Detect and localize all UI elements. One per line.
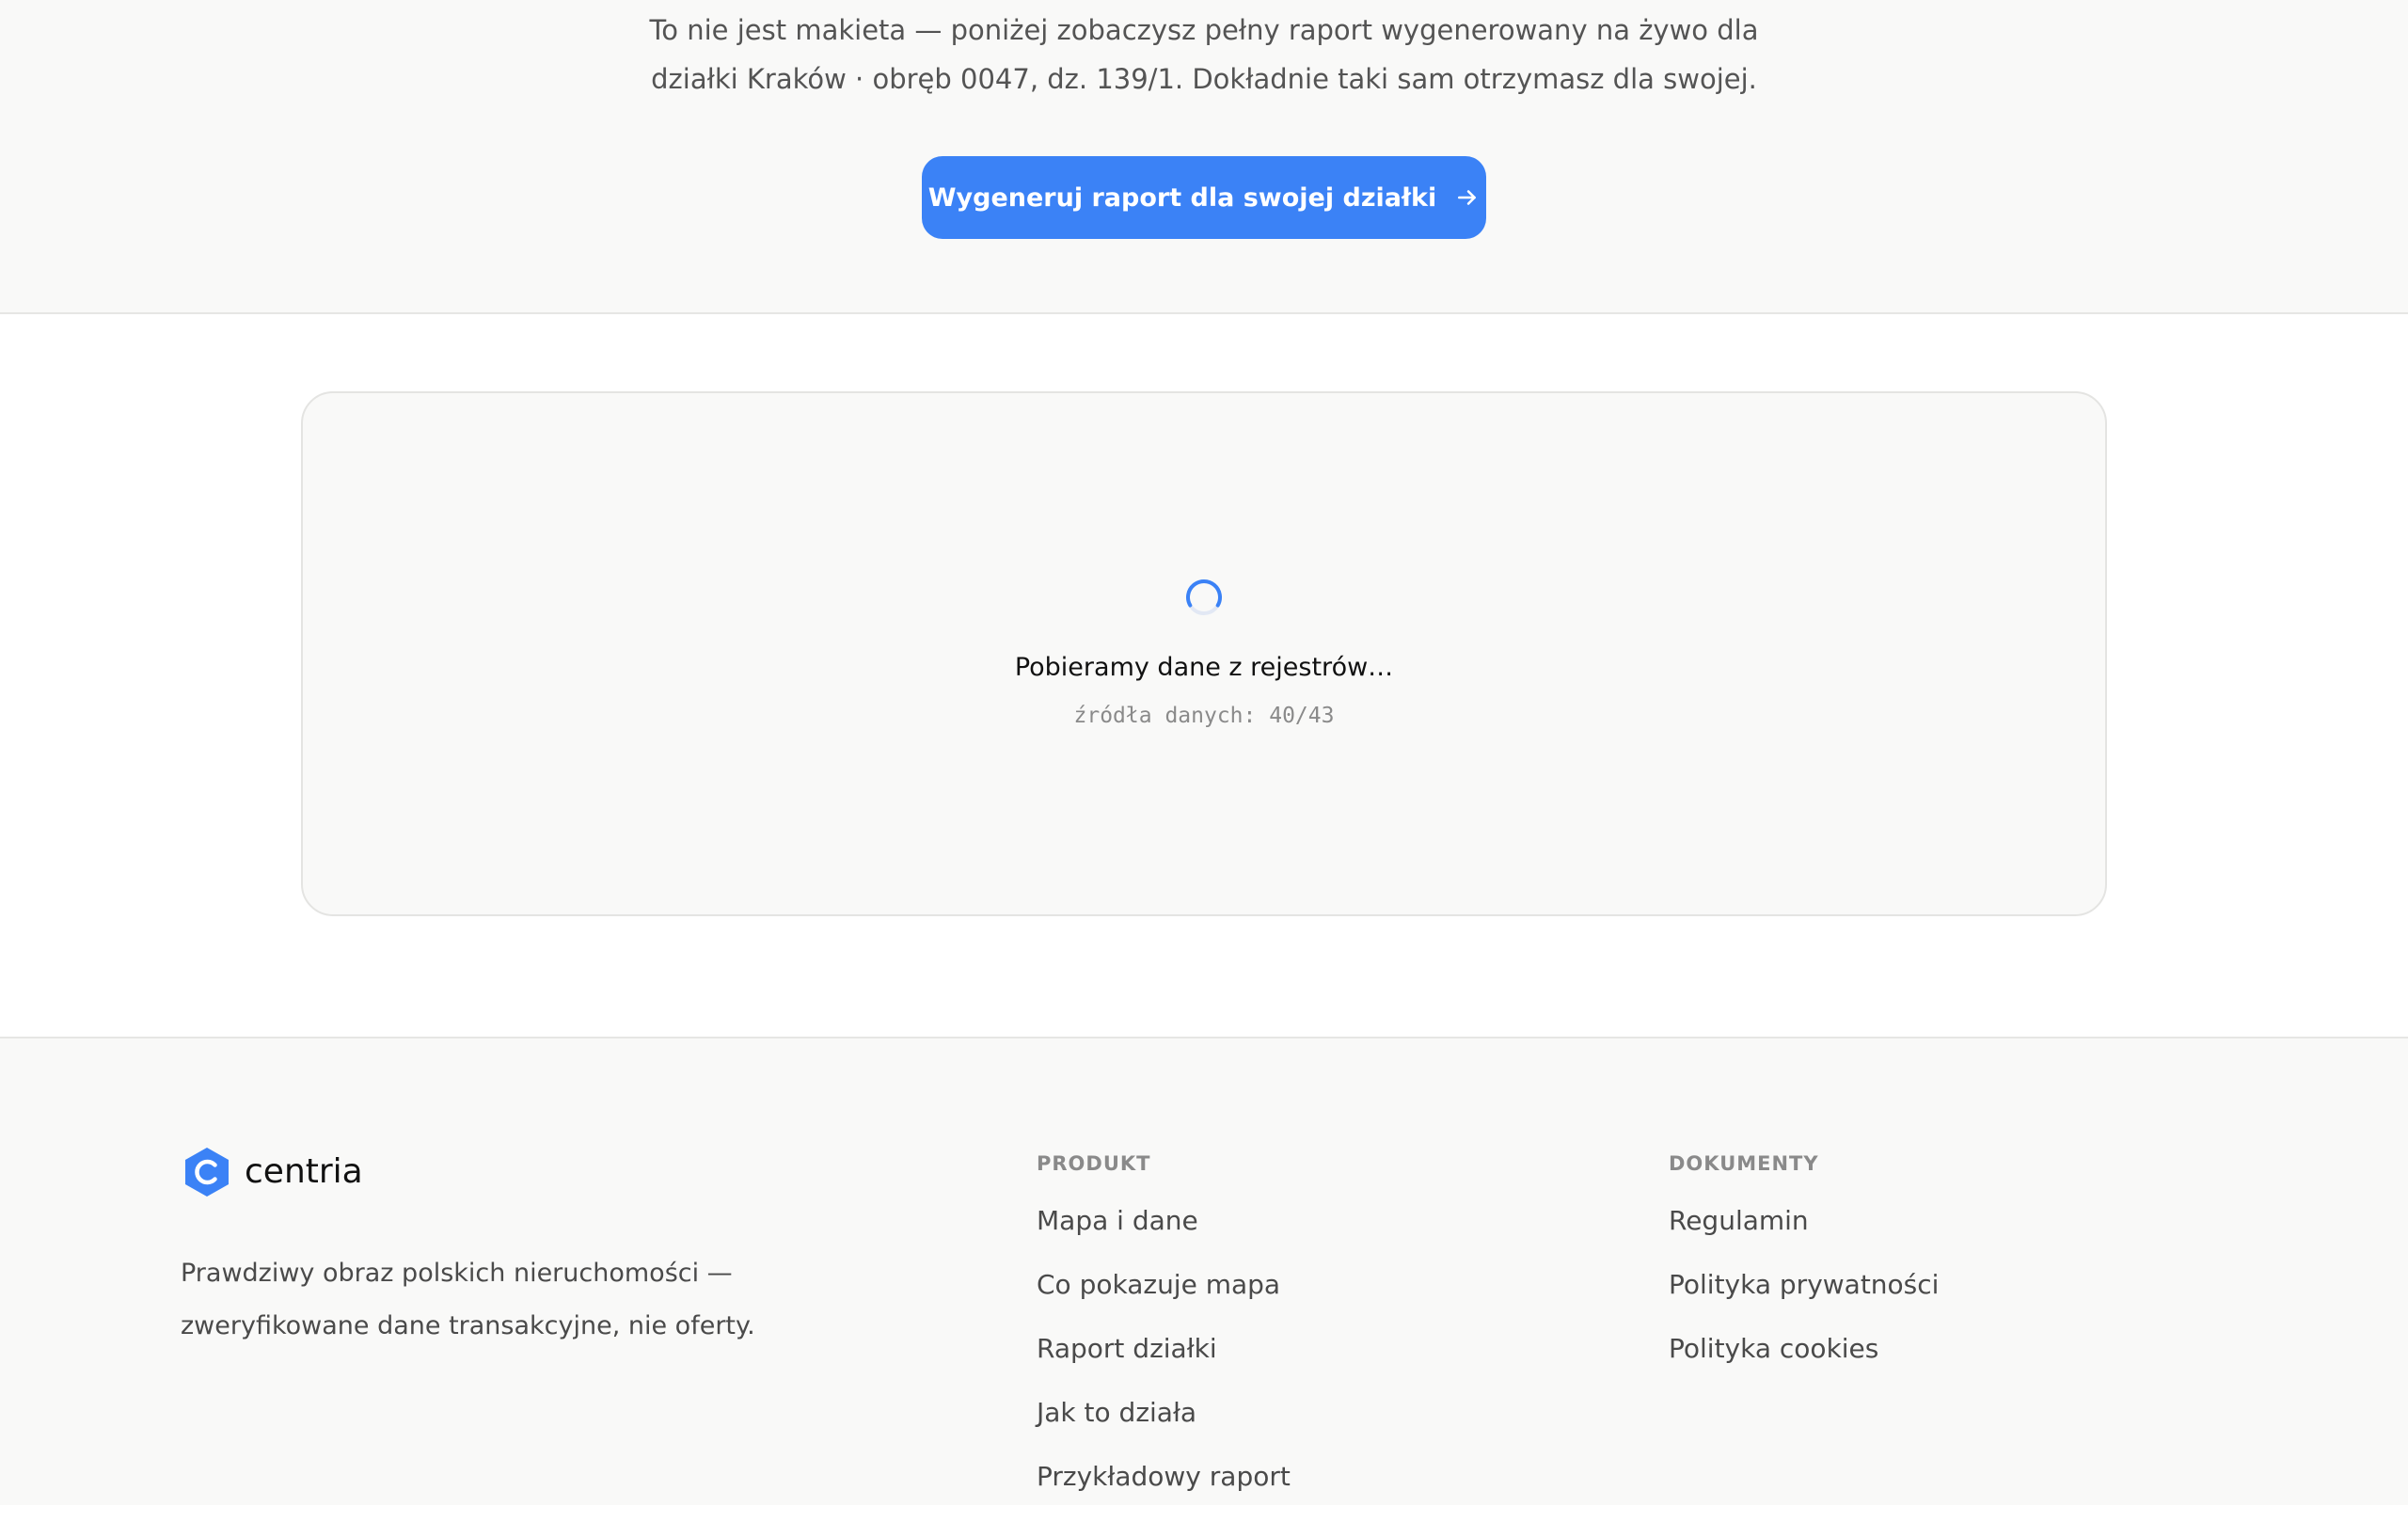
- hero-description: To nie jest makieta — poniżej zobaczysz …: [0, 6, 2408, 103]
- footer-link-map-and-data[interactable]: Mapa i dane: [1037, 1202, 1198, 1240]
- footer-link-list: Regulamin Polityka prywatności Polityka …: [1669, 1202, 1939, 1394]
- arrow-right-icon: [1458, 190, 1477, 205]
- hero-description-line: działki Kraków · obręb 0047, dz. 139/1. …: [651, 63, 1757, 95]
- generate-report-button[interactable]: Wygeneruj raport dla swojej działki: [922, 156, 1486, 239]
- brand-home-link[interactable]: centria: [182, 1146, 363, 1198]
- loading-title: Pobieramy dane z rejestrów…: [1014, 653, 1394, 682]
- brand-tagline-line: zweryfikowane dane transakcyjne, nie ofe…: [181, 1311, 755, 1340]
- brand-tagline-line: Prawdziwy obraz polskich nieruchomości —: [181, 1259, 733, 1288]
- footer-column-heading: DOKUMENTY: [1669, 1152, 1819, 1175]
- footer-link-terms[interactable]: Regulamin: [1669, 1202, 1809, 1240]
- generate-report-button-label: Wygeneruj raport dla swojej działki: [927, 182, 1437, 213]
- report-preview-card: Pobieramy dane z rejestrów… źródła danyc…: [301, 391, 2107, 916]
- centria-logo-icon: [185, 1148, 229, 1197]
- footer-column-heading: PRODUKT: [1037, 1152, 1151, 1175]
- footer-link-cookie-policy[interactable]: Polityka cookies: [1669, 1330, 1878, 1368]
- footer-link-privacy-policy[interactable]: Polityka prywatności: [1669, 1266, 1939, 1304]
- footer-link-how-it-works[interactable]: Jak to działa: [1037, 1394, 1196, 1432]
- footer-column-product: PRODUKT Mapa i dane Co pokazuje mapa Rap…: [1037, 1148, 1291, 1522]
- brand-name: centria: [245, 1152, 363, 1191]
- footer-column-documents: DOKUMENTY Regulamin Polityka prywatności…: [1669, 1148, 1939, 1394]
- brand-tagline: Prawdziwy obraz polskich nieruchomości —…: [181, 1247, 783, 1353]
- data-sources-counter: źródła danych: 40/43: [1073, 704, 1335, 728]
- footer-link-plot-report[interactable]: Raport działki: [1037, 1330, 1217, 1368]
- footer-link-sample-report[interactable]: Przykładowy raport: [1037, 1458, 1291, 1496]
- footer-link-what-map-shows[interactable]: Co pokazuje mapa: [1037, 1266, 1280, 1304]
- hero-description-line: To nie jest makieta — poniżej zobaczysz …: [649, 14, 1759, 46]
- hero-section: To nie jest makieta — poniżej zobaczysz …: [0, 0, 2408, 314]
- site-footer: centria Prawdziwy obraz polskich nieruch…: [0, 1037, 2408, 1505]
- spinner-icon: [1186, 579, 1222, 615]
- footer-link-list: Mapa i dane Co pokazuje mapa Raport dzia…: [1037, 1202, 1291, 1522]
